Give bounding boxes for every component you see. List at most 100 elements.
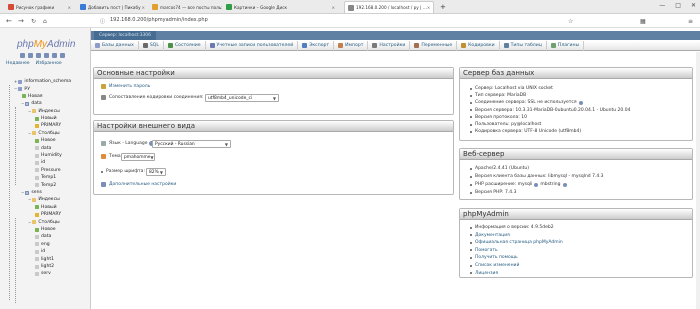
- sidebar-tree-item[interactable]: − Индексы: [28, 196, 60, 203]
- sidebar-tree-item[interactable]: Новая: [21, 93, 43, 100]
- tab-favicon-icon: [80, 4, 86, 10]
- theme-select[interactable]: pmahomme ▼: [121, 153, 155, 161]
- sidebar-tree-item[interactable]: light2: [34, 263, 54, 270]
- tab-status[interactable]: Состояние: [164, 40, 206, 51]
- sidebar-tree-item[interactable]: PRIMARY: [34, 211, 61, 218]
- help-icon[interactable]: [36, 53, 41, 58]
- logout-icon[interactable]: [28, 53, 33, 58]
- sidebar-tree-item[interactable]: eng: [34, 241, 50, 248]
- expander-icon[interactable]: −: [28, 220, 31, 225]
- more-settings-link[interactable]: Дополнительные настройки: [109, 182, 176, 187]
- sidebar-tree-item[interactable]: Новый: [34, 204, 57, 211]
- sidebar-tree-item[interactable]: + information_schema: [14, 78, 71, 85]
- bookmark-star-icon[interactable]: ☆: [568, 18, 573, 25]
- home-icon[interactable]: ⌂: [43, 18, 47, 25]
- browser-tab-label: 192.168.0.200 / localhost / py | ...: [356, 5, 427, 10]
- reload-icon[interactable]: [60, 53, 65, 58]
- security-icon[interactable]: ⓘ: [100, 18, 105, 25]
- database-icon: [18, 79, 23, 84]
- expander-icon[interactable]: −: [21, 101, 24, 106]
- settings-icon[interactable]: [52, 53, 57, 58]
- sidebar-tree-item[interactable]: data: [34, 233, 51, 240]
- close-tab-icon[interactable]: ×: [331, 5, 335, 10]
- sidebar-tree-item[interactable]: Humidity: [34, 152, 62, 159]
- sidebar-tree-item[interactable]: Новый: [34, 115, 57, 122]
- page-scrollbar[interactable]: [696, 52, 700, 309]
- expander-icon[interactable]: −: [28, 109, 31, 114]
- language-select[interactable]: Русский - Russian ▼: [152, 140, 231, 148]
- tab-variables[interactable]: Переменные: [410, 40, 458, 51]
- sidebar-tree-item[interactable]: − Столбцы: [28, 130, 60, 137]
- info-link[interactable]: Официальная страница phpMyAdmin: [475, 240, 563, 245]
- tab-sql[interactable]: SQL: [139, 40, 164, 51]
- sidebar-tree-item[interactable]: − sens: [21, 189, 42, 196]
- maximize-icon[interactable]: □: [675, 2, 681, 9]
- info-link[interactable]: Документация: [475, 233, 510, 238]
- url-field[interactable]: 192.168.0.200/phpmyadmin/index.php: [110, 17, 208, 23]
- sidebar-tree-item[interactable]: data: [34, 145, 51, 152]
- tab-settings[interactable]: Настройки: [368, 40, 411, 51]
- help-icon[interactable]: [562, 182, 567, 187]
- sidebar-tree-item[interactable]: Pressure: [34, 167, 61, 174]
- tab-engines[interactable]: Типы таблиц: [500, 40, 547, 51]
- sidebar-tree-item[interactable]: PRIMARY: [34, 122, 61, 129]
- close-window-icon[interactable]: ✕: [691, 2, 696, 9]
- sidebar-tree-item[interactable]: − Индексы: [28, 108, 60, 115]
- font-size-select[interactable]: 82% ▼: [146, 168, 166, 176]
- tab-charset[interactable]: Кодировки: [457, 40, 500, 51]
- tab-export[interactable]: Экспорт: [298, 40, 335, 51]
- browser-tab[interactable]: marcos74 — все посты пользо...×: [152, 1, 222, 13]
- close-tab-icon[interactable]: ×: [141, 5, 145, 10]
- sidebar-tree-item[interactable]: Новое: [34, 137, 56, 144]
- expander-icon[interactable]: −: [28, 131, 31, 136]
- new-tab-button[interactable]: +: [440, 1, 446, 13]
- browser-tab[interactable]: 192.168.0.200 / localhost / py | ... ×: [344, 1, 434, 13]
- tab-plugins[interactable]: Плагины: [547, 40, 585, 51]
- sidebar-tree-item[interactable]: Temp2: [34, 182, 56, 189]
- tab-users[interactable]: Учетные записи пользователей: [206, 40, 299, 51]
- expander-icon[interactable]: +: [14, 79, 17, 84]
- collation-select[interactable]: utf8mb4_unicode_ci ▼: [205, 94, 279, 102]
- help-icon[interactable]: [534, 182, 539, 187]
- browser-tab[interactable]: Картинки – Google Диск ×: [226, 1, 338, 13]
- browser-tab-strip: Рисунок графики × Добавить пост | Пикабу × m…: [0, 0, 700, 14]
- expander-icon[interactable]: −: [14, 86, 17, 91]
- sidebar-tree-item[interactable]: − py: [14, 85, 30, 92]
- favorites-link[interactable]: Избранное: [36, 61, 62, 66]
- sidebar-tree-item[interactable]: light1: [34, 256, 54, 263]
- close-tab-icon[interactable]: ×: [427, 5, 431, 10]
- info-link[interactable]: Лицензия: [475, 271, 498, 276]
- info-link[interactable]: Помогать: [475, 248, 498, 253]
- extensions-icon[interactable]: ▦: [640, 18, 646, 25]
- sidebar-tree-item[interactable]: Temp1: [34, 174, 56, 181]
- browser-tab[interactable]: Добавить пост | Пикабу ×: [80, 1, 148, 13]
- info-link[interactable]: Получить помощь: [475, 255, 518, 260]
- minimize-icon[interactable]: —: [659, 2, 665, 9]
- info-link[interactable]: Список изменений: [475, 263, 519, 268]
- sidebar-tree-item[interactable]: serv: [34, 270, 51, 277]
- phpmyadmin-logo[interactable]: phpMyAdmin: [17, 39, 75, 50]
- sidebar-tree-item[interactable]: − Столбцы: [28, 219, 60, 226]
- docs-icon[interactable]: [44, 53, 49, 58]
- home-icon[interactable]: [20, 53, 25, 58]
- collation-row: Сопоставление кодировки соединения:: [101, 95, 211, 100]
- sidebar-tree-item[interactable]: Новое: [34, 226, 56, 233]
- sidebar-tree-item[interactable]: − data: [21, 100, 42, 107]
- back-icon[interactable]: ←: [6, 17, 12, 25]
- menu-icon[interactable]: ≡: [688, 18, 693, 25]
- close-tab-icon[interactable]: ×: [67, 5, 71, 10]
- help-icon[interactable]: [578, 100, 583, 105]
- breadcrumb-server[interactable]: Сервер: localhost:3306: [94, 31, 156, 40]
- sidebar-tree-item[interactable]: id: [34, 248, 45, 255]
- tab-database[interactable]: Базы данных: [91, 40, 139, 51]
- tab-import[interactable]: Импорт: [334, 40, 369, 51]
- extension-name: mbstring: [540, 182, 561, 187]
- sidebar-tree-item[interactable]: id: [34, 159, 45, 166]
- reload-icon[interactable]: ↻: [31, 18, 36, 25]
- change-password-link[interactable]: Изменить пароль: [109, 84, 150, 89]
- expander-icon[interactable]: −: [28, 197, 31, 202]
- forward-icon[interactable]: →: [18, 17, 24, 25]
- browser-tab[interactable]: Рисунок графики ×: [8, 1, 74, 13]
- recent-link[interactable]: Недавнее: [6, 61, 30, 66]
- expander-icon[interactable]: −: [21, 190, 24, 195]
